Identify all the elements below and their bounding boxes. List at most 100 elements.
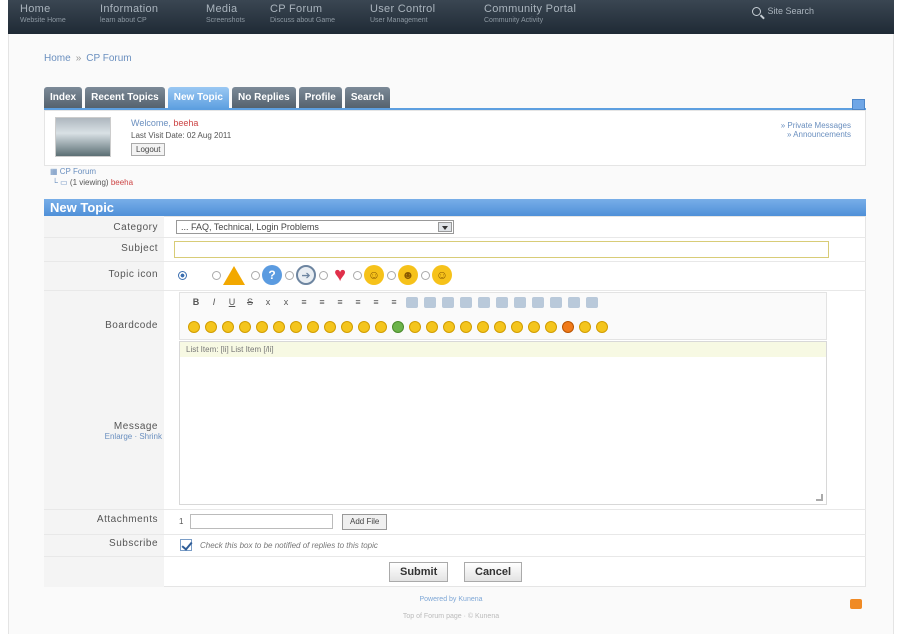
topic-icon-radio-grin[interactable] xyxy=(387,270,396,280)
add-file-button[interactable]: Add File xyxy=(342,514,388,530)
subscript-button[interactable]: x xyxy=(262,297,274,308)
smiley-icon[interactable] xyxy=(443,321,455,333)
smiley-icon[interactable] xyxy=(477,321,489,333)
smiley-icon[interactable] xyxy=(324,321,336,333)
subject-label: Subject xyxy=(121,243,158,254)
nav-item-cp-forum[interactable]: CP Forum Discuss about Game xyxy=(270,3,335,24)
tab-new-topic[interactable]: New Topic xyxy=(167,87,229,109)
list-button[interactable]: ≡ xyxy=(298,297,310,308)
avatar[interactable] xyxy=(55,117,111,157)
topic-icon-radio-smile[interactable] xyxy=(353,270,362,280)
smiley-icon[interactable] xyxy=(579,321,591,333)
chevron-down-icon[interactable] xyxy=(438,222,452,232)
nav-item-home[interactable]: Home Website Home xyxy=(20,3,66,24)
breadcrumb-separator: » xyxy=(75,53,82,64)
tab-search[interactable]: Search xyxy=(344,87,391,109)
nav-item-subtitle: Community Activity xyxy=(484,17,544,24)
boardcode-toolbar: B I U S x x ≡ ≡ ≡ ≡ ≡ ≡ xyxy=(179,292,827,340)
spoiler-icon[interactable] xyxy=(514,297,526,308)
smiley-icon[interactable] xyxy=(307,321,319,333)
video-icon[interactable] xyxy=(496,297,508,308)
superscript-button[interactable]: x xyxy=(280,297,292,308)
smiley-icon[interactable] xyxy=(188,321,200,333)
italic-button[interactable]: I xyxy=(208,297,220,308)
align-right-button[interactable]: ≡ xyxy=(370,297,382,308)
tab-no-replies[interactable]: No Replies xyxy=(232,87,296,109)
image-icon[interactable] xyxy=(442,297,454,308)
logout-button[interactable]: Logout xyxy=(131,143,166,156)
category-select[interactable]: ... FAQ, Technical, Login Problems xyxy=(176,220,454,234)
smiley-icon[interactable] xyxy=(562,321,574,333)
private-messages-link[interactable]: » Private Messages xyxy=(781,121,851,130)
tab-index[interactable]: Index xyxy=(44,87,83,109)
user-panel: Welcome, beeha Last Visit Date: 02 Aug 2… xyxy=(44,110,866,166)
smiley-icon[interactable] xyxy=(290,321,302,333)
topic-icon-radio-warning[interactable] xyxy=(212,270,221,280)
smiley-icon[interactable] xyxy=(358,321,370,333)
site-search[interactable]: Site Search xyxy=(752,6,814,17)
breadcrumb-home-link[interactable]: Home xyxy=(44,53,71,64)
smiley-icon[interactable] xyxy=(341,321,353,333)
table-icon[interactable] xyxy=(478,297,490,308)
username-link[interactable]: beeha xyxy=(173,118,198,128)
topic-icon-radio-wink[interactable] xyxy=(421,270,430,280)
breadcrumb-current[interactable]: CP Forum xyxy=(86,53,131,64)
ebay-icon[interactable] xyxy=(550,297,562,308)
subject-input[interactable] xyxy=(174,241,829,258)
message-textarea[interactable]: List Item: [li] List Item [/li] xyxy=(179,341,827,505)
cancel-button[interactable]: Cancel xyxy=(464,562,523,582)
smiley-icon[interactable] xyxy=(375,321,387,333)
align-left-button[interactable]: ≡ xyxy=(334,297,346,308)
nav-item-community-portal[interactable]: Community Portal Community Activity xyxy=(484,3,576,24)
smiley-icon[interactable] xyxy=(528,321,540,333)
attachment-file-input[interactable] xyxy=(190,514,333,529)
forum-tree-link[interactable]: ▦ CP Forum xyxy=(50,166,133,177)
smiley-icon[interactable] xyxy=(222,321,234,333)
form-label-column: Category Subject Topic icon Boardcode Me… xyxy=(44,216,164,587)
smiley-icon[interactable] xyxy=(205,321,217,333)
smiley-icon[interactable] xyxy=(596,321,608,333)
strike-button[interactable]: S xyxy=(244,297,256,308)
smiley-icon[interactable] xyxy=(511,321,523,333)
nav-item-media[interactable]: Media Screenshots xyxy=(206,3,245,24)
tab-recent-topics[interactable]: Recent Topics xyxy=(85,87,165,109)
smiley-icon[interactable] xyxy=(273,321,285,333)
underline-button[interactable]: U xyxy=(226,297,238,308)
topic-icon-radio-heart[interactable] xyxy=(319,270,328,280)
smiley-icon[interactable] xyxy=(392,321,404,333)
topic-icon-radio-arrow[interactable] xyxy=(285,270,294,280)
smiley-icon[interactable] xyxy=(426,321,438,333)
topic-icon-radio-question[interactable] xyxy=(251,270,260,280)
enlarge-shrink-links[interactable]: Enlarge · Shrink xyxy=(44,432,162,441)
code-icon[interactable] xyxy=(424,297,436,308)
ordered-list-button[interactable]: ≡ xyxy=(316,297,328,308)
smiley-icon[interactable] xyxy=(239,321,251,333)
tab-profile[interactable]: Profile xyxy=(298,87,342,109)
align-center-button[interactable]: ≡ xyxy=(352,297,364,308)
collapse-icon[interactable] xyxy=(852,99,865,110)
topic-icon-radio-none[interactable] xyxy=(178,270,187,280)
resize-grip-icon[interactable] xyxy=(816,494,823,501)
viewing-user[interactable]: beeha xyxy=(111,178,133,187)
map-icon[interactable] xyxy=(532,297,544,308)
grin-icon: ☻ xyxy=(398,265,418,285)
wink-icon: ☺ xyxy=(432,265,452,285)
preview-icon[interactable] xyxy=(568,297,580,308)
smiley-icon[interactable] xyxy=(256,321,268,333)
smiley-icon[interactable] xyxy=(460,321,472,333)
smiley-icon[interactable] xyxy=(409,321,421,333)
smiley-icon[interactable] xyxy=(545,321,557,333)
powered-by-link[interactable]: Powered by Kunena xyxy=(0,596,902,603)
subscribe-checkbox[interactable] xyxy=(180,539,192,551)
announcements-link[interactable]: » Announcements xyxy=(781,130,851,139)
quote-icon[interactable] xyxy=(406,297,418,308)
help-icon[interactable] xyxy=(586,297,598,308)
nav-item-information[interactable]: Information learn about CP xyxy=(100,3,158,24)
bold-button[interactable]: B xyxy=(190,297,202,308)
nav-item-user-control[interactable]: User Control User Management xyxy=(370,3,435,24)
link-icon[interactable] xyxy=(460,297,472,308)
smiley-icon[interactable] xyxy=(494,321,506,333)
justify-button[interactable]: ≡ xyxy=(388,297,400,308)
rss-icon[interactable] xyxy=(850,599,862,609)
submit-button[interactable]: Submit xyxy=(389,562,449,582)
